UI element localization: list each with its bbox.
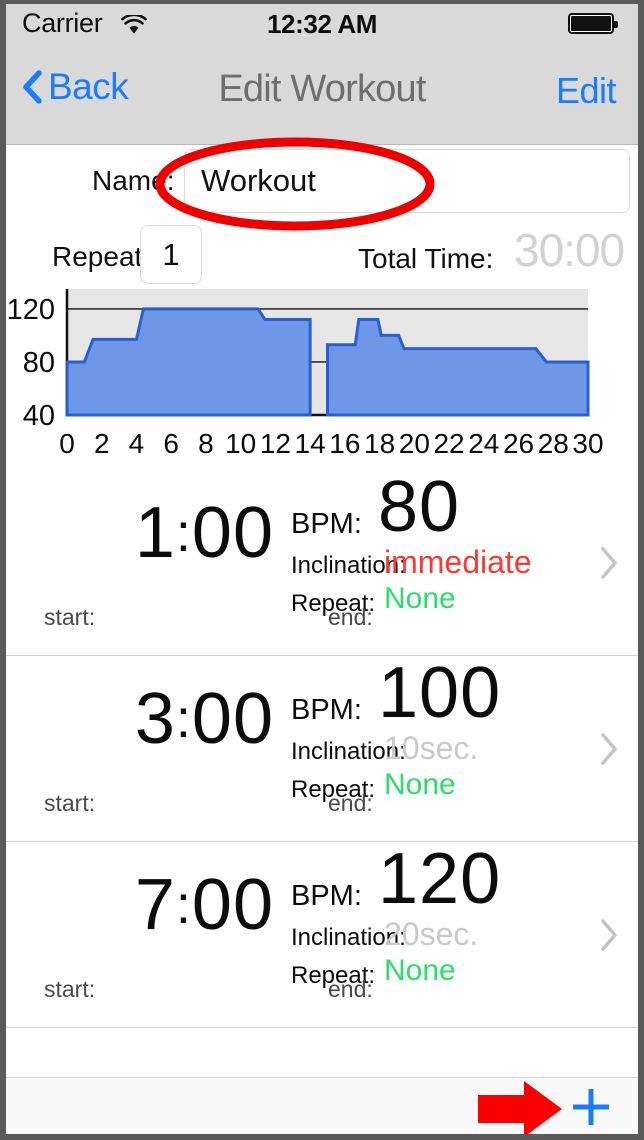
interval-repeat-value: None bbox=[384, 954, 456, 987]
total-time-label: Total Time: bbox=[358, 243, 494, 274]
repeat-row: Repeat: Total Time: 30:00 bbox=[6, 224, 638, 287]
repeat-count-input[interactable] bbox=[140, 225, 202, 284]
bpm-label: BPM: bbox=[291, 880, 362, 912]
inclination-value: immediate bbox=[384, 544, 532, 580]
edit-button[interactable]: Edit bbox=[556, 70, 617, 112]
chart-x-tick-label: 20 bbox=[399, 428, 430, 459]
bpm-value: 120 bbox=[378, 839, 502, 919]
bpm-label: BPM: bbox=[291, 508, 362, 540]
duration-colon: : bbox=[175, 689, 192, 749]
status-bar: Carrier 12:32 AM bbox=[6, 4, 638, 45]
start-label: start: bbox=[44, 604, 96, 630]
start-label: start: bbox=[44, 790, 96, 816]
battery-full-icon bbox=[568, 13, 618, 34]
bpm-value: 100 bbox=[378, 653, 502, 733]
interval-list: 1:00 BPM: 80 Inclination: immediate Repeat: No… bbox=[6, 467, 638, 1028]
duration-colon: : bbox=[175, 503, 192, 563]
page-title: Edit Workout bbox=[218, 68, 426, 110]
duration-minutes: 1 bbox=[134, 493, 176, 573]
chart-y-tick-label: 80 bbox=[23, 347, 55, 379]
workout-profile-chart: 120 80 40 0 2 4 6 8 10 12 14 16 18 20 22 24 26 28 30 bbox=[6, 289, 638, 469]
navigation-bar: Back Edit Workout Edit bbox=[6, 44, 638, 145]
duration-minutes: 7 bbox=[134, 865, 176, 945]
chart-x-tick-label: 0 bbox=[59, 428, 75, 459]
chart-x-tick-label: 28 bbox=[538, 428, 569, 459]
chart-x-tick-label: 10 bbox=[225, 428, 256, 459]
chart-x-tick-label: 16 bbox=[329, 428, 360, 459]
start-label: start: bbox=[44, 976, 96, 1002]
chart-x-tick-label: 26 bbox=[503, 428, 534, 459]
chevron-right-icon[interactable] bbox=[600, 732, 618, 766]
duration-seconds: 00 bbox=[191, 865, 274, 945]
end-label: end: bbox=[328, 976, 373, 1002]
right-arrow-annotation bbox=[478, 1081, 562, 1134]
chart-x-tick-label: 14 bbox=[295, 428, 326, 459]
inclination-value: 20sec. bbox=[384, 916, 479, 952]
chart-x-tick-label: 30 bbox=[572, 428, 603, 459]
end-label: end: bbox=[328, 604, 373, 630]
chart-x-tick-label: 2 bbox=[94, 428, 110, 459]
add-interval-button[interactable] bbox=[566, 1082, 616, 1132]
bottom-toolbar bbox=[6, 1077, 638, 1134]
chart-x-tick-label: 12 bbox=[260, 428, 291, 459]
chart-x-tick-label: 8 bbox=[198, 428, 214, 459]
interval-duration: 1:00 bbox=[84, 492, 274, 574]
interval-repeat-value: None bbox=[384, 768, 456, 801]
interval-row[interactable]: 3:00 BPM: 100 Inclination: 10sec. Repeat: None… bbox=[6, 653, 638, 842]
interval-duration: 3:00 bbox=[84, 678, 274, 760]
name-row: Name: bbox=[6, 149, 638, 213]
chevron-right-icon[interactable] bbox=[600, 918, 618, 952]
repeat-label: Repeat: bbox=[52, 241, 151, 272]
chart-x-tick-label: 18 bbox=[364, 428, 395, 459]
plus-icon bbox=[573, 1089, 609, 1125]
status-clock: 12:32 AM bbox=[267, 9, 377, 39]
end-label: end: bbox=[328, 790, 373, 816]
chart-x-tick-label: 24 bbox=[468, 428, 499, 459]
duration-colon: : bbox=[175, 875, 192, 935]
duration-seconds: 00 bbox=[191, 679, 274, 759]
chart-svg: 12080400 2 4 6 8 10 12 14 16 18 20 22 24 26 28 30 bbox=[7, 289, 604, 459]
chart-x-tick-label: 6 bbox=[163, 428, 179, 459]
name-label: Name: bbox=[92, 165, 175, 196]
inclination-value: 10sec. bbox=[384, 730, 479, 766]
workout-name-input[interactable] bbox=[184, 149, 630, 213]
phone-frame: Carrier 12:32 AM Back Edit Workout Edit … bbox=[0, 0, 644, 1140]
chart-x-tick-label: 4 bbox=[129, 428, 145, 459]
interval-row[interactable]: 1:00 BPM: 80 Inclination: immediate Repeat: No… bbox=[6, 467, 638, 656]
chart-y-tick-label: 120 bbox=[7, 294, 55, 326]
duration-minutes: 3 bbox=[134, 679, 176, 759]
chart-x-tick-label: 22 bbox=[433, 428, 464, 459]
total-time-value: 30:00 bbox=[514, 224, 625, 276]
bpm-label: BPM: bbox=[291, 694, 362, 726]
interval-duration: 7:00 bbox=[84, 864, 274, 946]
interval-repeat-value: None bbox=[384, 582, 456, 615]
chart-y-tick-label: 40 bbox=[23, 400, 55, 432]
chevron-right-icon[interactable] bbox=[600, 546, 618, 580]
duration-seconds: 00 bbox=[191, 493, 274, 573]
interval-row[interactable]: 7:00 BPM: 120 Inclination: 20sec. Repeat: None… bbox=[6, 839, 638, 1028]
app-screen: Carrier 12:32 AM Back Edit Workout Edit … bbox=[6, 4, 638, 1134]
bpm-value: 80 bbox=[378, 467, 461, 547]
